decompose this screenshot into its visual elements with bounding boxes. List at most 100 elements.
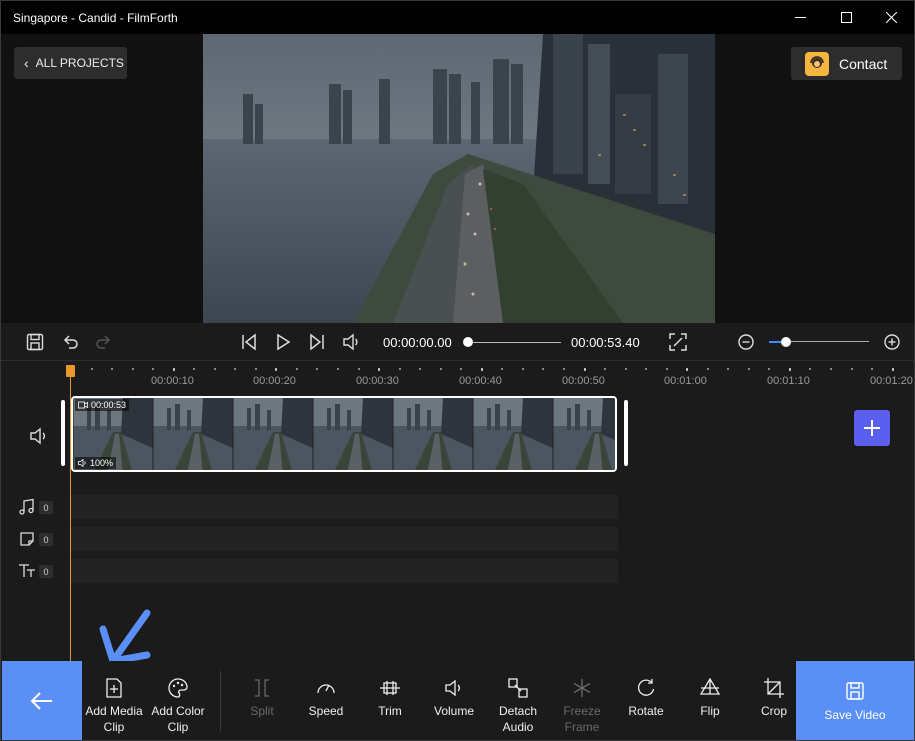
ruler-tick bbox=[193, 368, 195, 370]
zoom-slider-track[interactable] bbox=[786, 341, 869, 342]
ruler-tick bbox=[871, 368, 873, 370]
save-icon bbox=[846, 682, 864, 700]
ruler-tick bbox=[152, 368, 154, 370]
text-icon[interactable] bbox=[18, 562, 36, 580]
save-video-label: Save Video bbox=[824, 708, 886, 722]
all-projects-button[interactable]: ‹ ALL PROJECTS bbox=[14, 47, 127, 79]
volume-label: Volume bbox=[433, 704, 475, 718]
zoom-slider-handle[interactable] bbox=[781, 337, 791, 347]
ruler-tick bbox=[111, 368, 113, 370]
clip-thumbnails bbox=[73, 398, 615, 470]
skip-end-icon[interactable] bbox=[307, 332, 327, 352]
flip-button[interactable]: Flip bbox=[678, 677, 742, 719]
text-count: 0 bbox=[39, 565, 53, 578]
save-project-icon[interactable] bbox=[25, 332, 45, 352]
split-icon bbox=[255, 679, 269, 697]
ruler-tick bbox=[625, 368, 627, 370]
ruler-tick bbox=[132, 368, 134, 370]
clip-thumbnail bbox=[552, 398, 615, 470]
rotate-button[interactable]: Rotate bbox=[614, 677, 678, 719]
video-preview[interactable] bbox=[203, 34, 715, 323]
ruler-tick bbox=[789, 368, 791, 371]
detach-audio-icon bbox=[508, 678, 528, 698]
ruler-tick bbox=[748, 368, 750, 370]
maximize-button[interactable] bbox=[823, 1, 869, 34]
undo-icon[interactable] bbox=[60, 332, 80, 352]
contact-button[interactable]: Contact bbox=[791, 47, 902, 80]
city-video-frame bbox=[203, 34, 715, 323]
skip-start-icon[interactable] bbox=[239, 332, 259, 352]
add-color-clip-button[interactable]: Add Color Clip bbox=[146, 677, 210, 735]
clip-duration: 00:00:53 bbox=[91, 400, 127, 410]
ruler-tick bbox=[399, 368, 401, 370]
detach-audio-button[interactable]: Detach Audio bbox=[486, 677, 550, 735]
playhead-line[interactable] bbox=[70, 366, 71, 661]
ruler-tick bbox=[275, 368, 277, 371]
play-icon[interactable] bbox=[273, 332, 293, 352]
ruler-label: 00:01:20 bbox=[870, 375, 913, 387]
volume-icon[interactable] bbox=[341, 332, 361, 352]
all-projects-label: ALL PROJECTS bbox=[35, 56, 124, 70]
minimize-icon bbox=[794, 17, 806, 18]
add-media-label-1: Add Media bbox=[85, 704, 143, 718]
clip-thumbnail bbox=[152, 398, 233, 470]
palette-icon bbox=[168, 678, 188, 698]
music-icon[interactable] bbox=[18, 498, 36, 516]
ruler-label: 00:00:40 bbox=[459, 375, 502, 387]
clip-trim-handle-left[interactable] bbox=[61, 400, 65, 466]
scrub-track[interactable] bbox=[468, 342, 561, 343]
ruler-tick bbox=[645, 368, 647, 370]
ruler-tick bbox=[234, 368, 236, 370]
clip-duration-badge: 00:00:53 bbox=[75, 399, 130, 411]
music-lane[interactable] bbox=[71, 495, 618, 519]
ruler-label: 00:00:10 bbox=[151, 375, 194, 387]
sticker-count: 0 bbox=[39, 533, 53, 546]
fullscreen-icon[interactable] bbox=[668, 332, 688, 352]
ruler-tick bbox=[604, 368, 606, 370]
clip-trim-handle-right[interactable] bbox=[624, 400, 628, 466]
text-lane[interactable] bbox=[71, 559, 618, 583]
maximize-icon bbox=[840, 12, 852, 23]
ruler-tick bbox=[481, 368, 483, 371]
redo-icon[interactable] bbox=[94, 332, 114, 352]
scrub-handle[interactable] bbox=[463, 337, 473, 347]
clip-thumbnail bbox=[232, 398, 313, 470]
speed-button[interactable]: Speed bbox=[294, 677, 358, 719]
split-button[interactable]: Split bbox=[230, 677, 294, 719]
app-window: Singapore - Candid - FilmForth ‹ ALL PRO… bbox=[0, 0, 915, 741]
playhead-handle[interactable] bbox=[66, 365, 75, 377]
clip-thumbnail bbox=[392, 398, 473, 470]
speedometer-icon bbox=[317, 684, 335, 694]
title-bar: Singapore - Candid - FilmForth bbox=[1, 1, 914, 34]
ruler-label: 00:01:10 bbox=[767, 375, 810, 387]
ruler-tick bbox=[337, 368, 339, 370]
ruler-tick bbox=[707, 368, 709, 370]
sticker-icon[interactable] bbox=[18, 530, 36, 548]
split-label: Split bbox=[250, 704, 274, 718]
sticker-lane[interactable] bbox=[71, 527, 618, 551]
trim-button[interactable]: Trim bbox=[358, 677, 422, 719]
ruler-tick bbox=[419, 368, 421, 370]
arrow-pointer-icon bbox=[99, 609, 151, 665]
zoom-in-icon[interactable] bbox=[882, 332, 902, 352]
clip-volume-badge: 100% bbox=[75, 457, 117, 469]
add-media-label-2: Clip bbox=[103, 720, 125, 734]
track-volume-icon[interactable] bbox=[28, 425, 50, 447]
freeze-frame-button[interactable]: Freeze Frame bbox=[550, 677, 614, 735]
ruler-tick bbox=[563, 368, 565, 370]
bottom-toolbar: Add Media Clip Add Color Clip Split Spee… bbox=[1, 661, 914, 740]
add-media-clip-button[interactable]: Add Media Clip bbox=[82, 677, 146, 735]
close-icon bbox=[885, 12, 897, 23]
video-clip[interactable]: 00:00:53 100% bbox=[71, 396, 617, 472]
save-video-button[interactable]: Save Video bbox=[796, 661, 914, 740]
back-button[interactable] bbox=[2, 661, 82, 740]
minimize-button[interactable] bbox=[777, 1, 823, 34]
zoom-out-icon[interactable] bbox=[736, 332, 756, 352]
add-color-label-2: Clip bbox=[167, 720, 189, 734]
volume-button[interactable]: Volume bbox=[422, 677, 486, 719]
ruler-tick bbox=[686, 368, 688, 371]
add-clip-button[interactable] bbox=[854, 410, 890, 446]
detach-label-2: Audio bbox=[502, 720, 534, 734]
close-button[interactable] bbox=[868, 1, 914, 34]
freeze-label-2: Frame bbox=[564, 720, 600, 734]
